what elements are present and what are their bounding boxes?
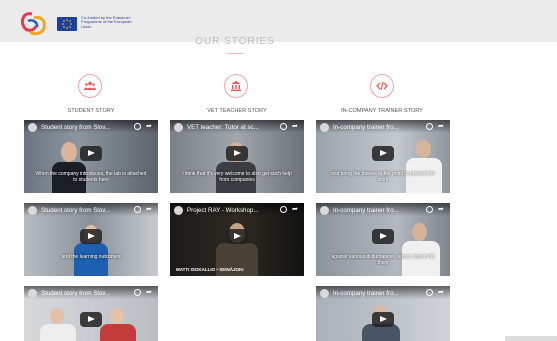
- channel-avatar[interactable]: [174, 123, 183, 132]
- video-title[interactable]: Student story from Slov...: [41, 207, 110, 214]
- watch-later-icon[interactable]: [134, 206, 141, 213]
- play-button[interactable]: [80, 146, 102, 161]
- channel-avatar[interactable]: [174, 206, 183, 215]
- video-caption: and the learning outcomes: [61, 254, 121, 260]
- watch-later-icon[interactable]: [280, 123, 287, 130]
- share-icon[interactable]: ➦: [438, 123, 445, 130]
- trainer-story-icon[interactable]: [370, 74, 394, 98]
- video-caption: and bring the trainee to the point to pr…: [331, 171, 435, 183]
- channel-avatar[interactable]: [28, 206, 37, 215]
- student-story-icon[interactable]: [78, 74, 102, 98]
- video-trainer-2[interactable]: In-company trainer fro... ➦ against vari…: [316, 203, 450, 276]
- video-title[interactable]: In-company trainer fro...: [333, 207, 399, 214]
- video-title[interactable]: Student story from Slov...: [41, 124, 110, 131]
- video-trainer-3[interactable]: In-company trainer fro... ➦: [316, 286, 450, 341]
- channel-avatar[interactable]: [320, 123, 329, 132]
- video-nameplate: MATTI ISOKALLIO • SEINÄJOKI: [176, 267, 244, 272]
- watch-later-icon[interactable]: [426, 123, 433, 130]
- share-icon[interactable]: ➦: [146, 123, 153, 130]
- channel-avatar[interactable]: [320, 289, 329, 298]
- title-underline: [227, 53, 243, 54]
- video-title[interactable]: In-company trainer fro...: [333, 124, 399, 131]
- share-icon[interactable]: ➦: [292, 123, 299, 130]
- video-caption: When the company introduces, the lab is …: [35, 171, 147, 183]
- section-title: OUR STORIES: [195, 36, 275, 47]
- video-student-2[interactable]: Student story from Slov... ➦ and the lea…: [24, 203, 158, 276]
- video-trainer-1[interactable]: In-company trainer fro... ➦ and bring th…: [316, 120, 450, 193]
- play-button[interactable]: [372, 312, 394, 327]
- watch-later-icon[interactable]: [134, 289, 141, 296]
- watch-later-icon[interactable]: [134, 123, 141, 130]
- video-title[interactable]: Project RAY - Workshop...: [187, 207, 259, 214]
- watch-later-icon[interactable]: [426, 206, 433, 213]
- play-button[interactable]: [80, 312, 102, 327]
- video-title[interactable]: Student story from Slov...: [41, 290, 110, 297]
- video-teacher-1[interactable]: VET teacher: Tutor at sc... ➦ I think th…: [170, 120, 304, 193]
- video-title[interactable]: In-company trainer fro...: [333, 290, 399, 297]
- channel-avatar[interactable]: [320, 206, 329, 215]
- play-button[interactable]: [226, 229, 248, 244]
- play-button[interactable]: [372, 229, 394, 244]
- play-button[interactable]: [226, 146, 248, 161]
- play-button[interactable]: [80, 229, 102, 244]
- video-student-1[interactable]: Student story from Slov... ➦ When the co…: [24, 120, 158, 193]
- scroll-to-top-bar[interactable]: [505, 336, 557, 341]
- eu-funding-text: Co-funded by the Erasmus+ Programme of t…: [81, 15, 132, 29]
- video-caption: against various disturbances, errors, ho…: [331, 254, 435, 266]
- play-button[interactable]: [372, 146, 394, 161]
- video-student-3[interactable]: Student story from Slov... ➦: [24, 286, 158, 341]
- share-icon[interactable]: ➦: [292, 206, 299, 213]
- share-icon[interactable]: ➦: [146, 206, 153, 213]
- share-icon[interactable]: ➦: [438, 206, 445, 213]
- channel-avatar[interactable]: [28, 123, 37, 132]
- channel-avatar[interactable]: [28, 289, 37, 298]
- watch-later-icon[interactable]: [426, 289, 433, 296]
- video-title[interactable]: VET teacher: Tutor at sc...: [187, 124, 259, 131]
- eu-flag-icon: [57, 17, 77, 31]
- video-caption: I think that it's very welcome to also g…: [182, 171, 292, 183]
- share-icon[interactable]: ➦: [438, 289, 445, 296]
- column-label-student: STUDENT STORY: [67, 108, 115, 114]
- teacher-story-icon[interactable]: [224, 74, 248, 98]
- watch-later-icon[interactable]: [280, 206, 287, 213]
- column-label-trainer: IN-COMPANY TRAINER STORY: [341, 108, 423, 114]
- project-logo[interactable]: [18, 8, 52, 38]
- video-teacher-2[interactable]: Project RAY - Workshop... ➦ MATTI ISOKAL…: [170, 203, 304, 276]
- share-icon[interactable]: ➦: [146, 289, 153, 296]
- column-label-teacher: VET TEACHER STORY: [207, 108, 267, 114]
